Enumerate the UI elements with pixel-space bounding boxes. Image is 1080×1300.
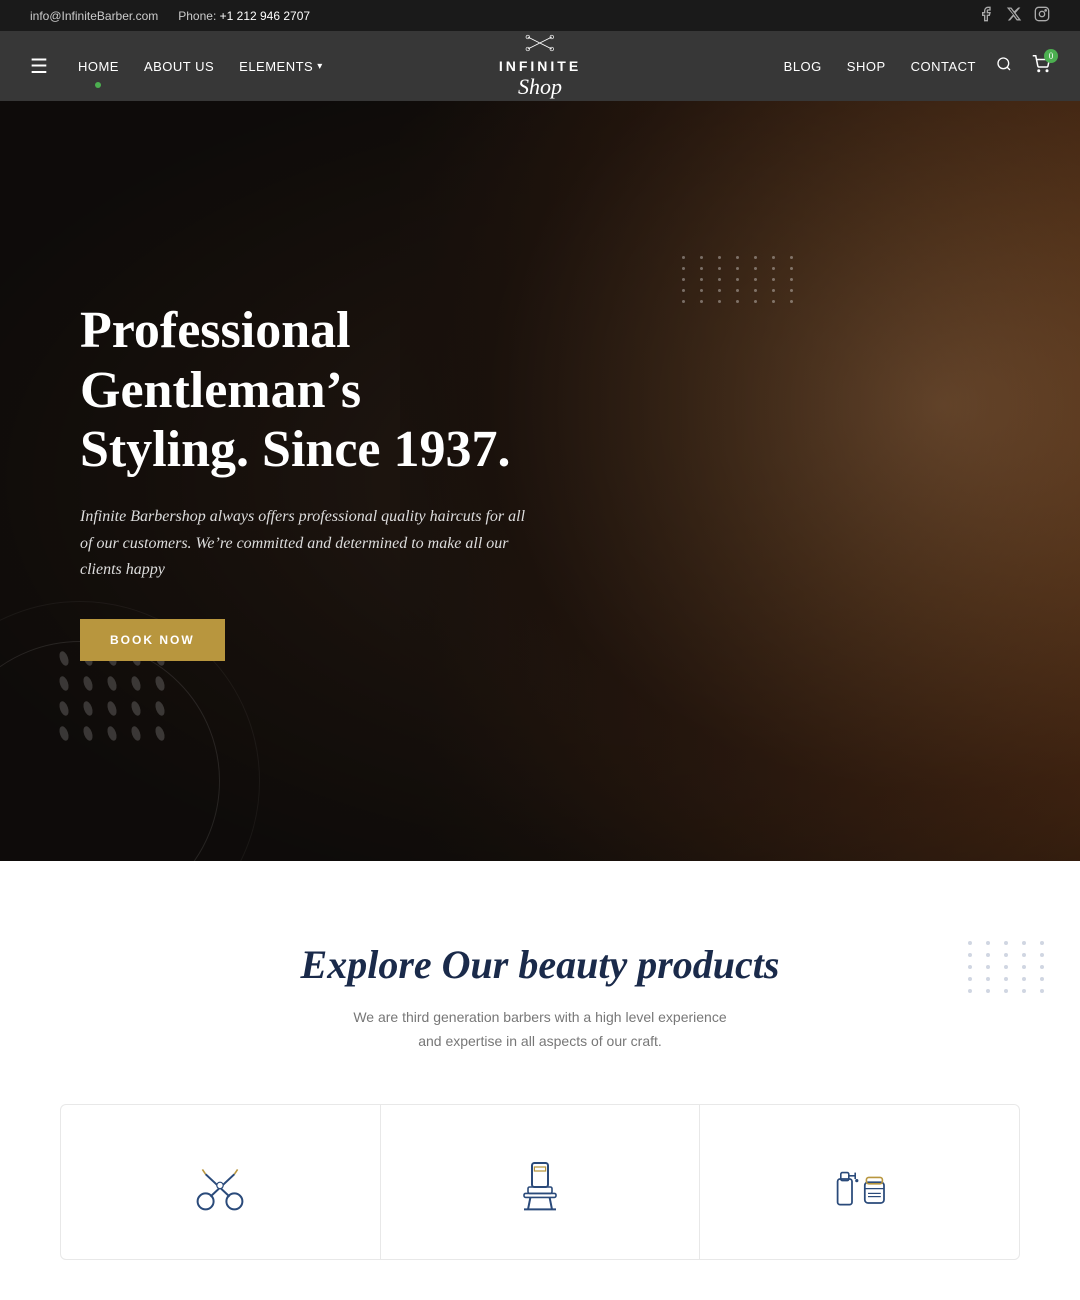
nav-home[interactable]: HOME bbox=[78, 59, 119, 74]
hero-title: Professional Gentleman’s Styling. Since … bbox=[80, 301, 540, 480]
nav-contact[interactable]: CONTACT bbox=[911, 59, 976, 74]
petal-grid bbox=[60, 651, 170, 741]
phone-label: Phone: bbox=[178, 9, 216, 23]
contact-info: info@InfiniteBarber.com Phone: +1 212 94… bbox=[30, 9, 310, 23]
nav-blog[interactable]: BLOG bbox=[784, 59, 822, 74]
product-card-scissors[interactable] bbox=[60, 1104, 381, 1260]
hero-section: Professional Gentleman’s Styling. Since … bbox=[0, 101, 1080, 861]
products-desc-line1: We are third generation barbers with a h… bbox=[353, 1009, 726, 1025]
grooming-icon bbox=[828, 1155, 892, 1219]
hamburger-menu[interactable]: ☰ bbox=[30, 54, 48, 79]
book-now-button[interactable]: BOOK NOW bbox=[80, 619, 225, 661]
nav-links-left: HOME ABOUT US ELEMENTS bbox=[78, 59, 323, 74]
products-dots-decoration bbox=[968, 941, 1050, 993]
nav-left: ☰ HOME ABOUT US ELEMENTS bbox=[30, 54, 323, 79]
product-card-barber[interactable] bbox=[381, 1104, 701, 1260]
email-link[interactable]: info@InfiniteBarber.com bbox=[30, 9, 158, 23]
products-section: Explore Our beauty products We are third… bbox=[0, 861, 1080, 1300]
nav-shop[interactable]: SHOP bbox=[847, 59, 886, 74]
nav-elements[interactable]: ELEMENTS bbox=[239, 59, 323, 74]
cart-badge: 0 bbox=[1044, 49, 1058, 63]
social-icons bbox=[978, 6, 1050, 25]
top-bar: info@InfiniteBarber.com Phone: +1 212 94… bbox=[0, 0, 1080, 31]
logo-brand-sub: Shop bbox=[499, 74, 581, 100]
products-desc-line2: and expertise in all aspects of our craf… bbox=[418, 1033, 662, 1049]
dots-decoration-top bbox=[682, 256, 800, 303]
phone-info: Phone: +1 212 946 2707 bbox=[178, 9, 310, 23]
cart-icon[interactable]: 0 bbox=[1032, 55, 1050, 78]
site-logo[interactable]: INFINITE Shop bbox=[499, 33, 581, 100]
dots-grid bbox=[682, 256, 800, 303]
products-dots-grid bbox=[968, 941, 1050, 993]
products-title: Explore Our beauty products bbox=[60, 941, 1020, 988]
nav-links-right: BLOG SHOP CONTACT bbox=[784, 59, 976, 74]
barber-icon bbox=[508, 1155, 572, 1219]
products-desc: We are third generation barbers with a h… bbox=[60, 1006, 1020, 1054]
phone-number[interactable]: +1 212 946 2707 bbox=[220, 9, 310, 23]
facebook-icon[interactable] bbox=[978, 6, 994, 25]
twitter-x-icon[interactable] bbox=[1006, 6, 1022, 25]
hero-content: Professional Gentleman’s Styling. Since … bbox=[0, 301, 620, 662]
scissors-icon bbox=[188, 1155, 252, 1219]
navbar: ☰ HOME ABOUT US ELEMENTS INFINITE Shop B… bbox=[0, 31, 1080, 101]
hero-subtitle: Infinite Barbershop always offers profes… bbox=[80, 504, 540, 583]
nav-about[interactable]: ABOUT US bbox=[144, 59, 214, 74]
nav-right: BLOG SHOP CONTACT 0 bbox=[784, 55, 1050, 78]
dots-decoration-bottom bbox=[60, 651, 170, 741]
product-cards bbox=[60, 1104, 1020, 1260]
logo-brand-name: INFINITE bbox=[499, 58, 581, 74]
search-icon[interactable] bbox=[996, 56, 1012, 77]
product-card-grooming[interactable] bbox=[700, 1104, 1020, 1260]
instagram-icon[interactable] bbox=[1034, 6, 1050, 25]
